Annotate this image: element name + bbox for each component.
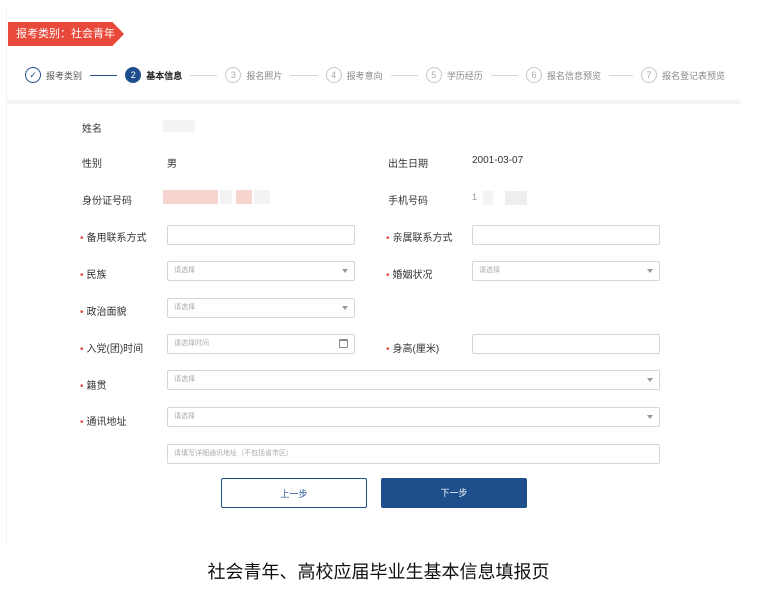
step-connector	[390, 74, 418, 76]
height-label: • 身高(厘米)	[386, 344, 440, 355]
political-placeholder: 请选择	[174, 304, 195, 311]
step-label: 基本信息	[146, 70, 183, 81]
step-label: 报名照片	[246, 70, 283, 81]
step-connector	[609, 74, 634, 76]
step-photo[interactable]: 3 报名照片	[225, 67, 282, 83]
id-value-redacted	[254, 190, 270, 204]
previous-step-button[interactable]: 上一步	[221, 478, 367, 508]
step-preview[interactable]: 6 报名信息预览	[526, 67, 601, 83]
progress-steps: ✓ 报考类别 2 基本信息 3 报名照片 4 报考意向 5 学历经历 6 报名信…	[25, 64, 725, 86]
chevron-down-icon	[647, 378, 653, 382]
phone-label: 手机号码	[388, 196, 428, 207]
address-detail-input[interactable]: 请填写详细通讯地址（不包括省市区）	[167, 444, 660, 464]
native-place-select[interactable]: 请选择	[167, 370, 660, 390]
gender-label: 性别	[82, 159, 102, 170]
chevron-down-icon	[342, 269, 348, 273]
step-label: 报名信息预览	[547, 70, 602, 81]
step-number: 7	[641, 67, 658, 83]
relative-contact-label: • 亲属联系方式	[386, 233, 453, 244]
phone-value-redacted	[483, 191, 493, 205]
figure-caption: 社会青年、高校应届毕业生基本信息填报页	[207, 562, 550, 583]
id-value-redacted	[163, 190, 218, 204]
relative-contact-input[interactable]	[472, 225, 660, 245]
party-date-placeholder: 请选择时间	[174, 340, 209, 347]
backup-contact-input[interactable]	[167, 225, 355, 245]
ethnicity-label: • 民族	[80, 270, 107, 281]
gender-value: 男	[167, 159, 177, 170]
address-placeholder: 请选择	[174, 413, 195, 420]
political-status-select[interactable]: 请选择	[167, 298, 355, 318]
step-connector	[190, 74, 218, 76]
party-date-picker[interactable]: 请选择时间	[167, 334, 355, 354]
step-number: 2	[125, 67, 142, 83]
step-number: 4	[325, 67, 342, 83]
section-divider	[6, 100, 740, 104]
id-value-redacted	[220, 190, 232, 204]
step-number: 6	[526, 67, 543, 83]
step-connector	[490, 74, 519, 76]
name-label: 姓名	[82, 124, 102, 135]
chevron-down-icon	[647, 415, 653, 419]
step-number: 3	[225, 67, 242, 83]
backup-contact-label: • 备用联系方式	[80, 233, 147, 244]
ethnicity-placeholder: 请选择	[174, 267, 195, 274]
birth-date-value: 2001-03-07	[472, 155, 524, 166]
political-status-label: • 政治面貌	[80, 307, 127, 318]
check-icon: ✓	[25, 67, 41, 83]
address-label: • 通讯地址	[80, 417, 127, 428]
step-category[interactable]: ✓ 报考类别	[25, 67, 82, 83]
step-education[interactable]: 5 学历经历	[425, 67, 483, 83]
exam-category-tag: 报考类别：社会青年	[8, 22, 124, 46]
id-number-label: 身份证号码	[82, 196, 132, 207]
step-label: 报考意向	[346, 70, 383, 81]
step-label: 报名登记表预览	[662, 70, 726, 81]
marital-placeholder: 请选择	[479, 267, 500, 274]
step-connector	[290, 74, 318, 76]
address-region-select[interactable]: 请选择	[167, 407, 660, 427]
step-basic-info[interactable]: 2 基本信息	[125, 67, 182, 83]
name-value-redacted	[163, 120, 195, 132]
next-step-button[interactable]: 下一步	[381, 478, 527, 508]
ethnicity-select[interactable]: 请选择	[167, 261, 355, 281]
calendar-icon	[339, 339, 348, 348]
birth-date-label: 出生日期	[388, 159, 428, 170]
native-placeholder: 请选择	[174, 376, 195, 383]
step-form-preview[interactable]: 7 报名登记表预览	[641, 67, 725, 83]
address-detail-placeholder: 请填写详细通讯地址（不包括省市区）	[174, 450, 293, 457]
marital-status-label: • 婚姻状况	[386, 270, 433, 281]
step-label: 报考类别	[46, 70, 83, 81]
height-input[interactable]	[472, 334, 660, 354]
phone-value-redacted	[505, 191, 527, 205]
phone-value: 1	[472, 192, 478, 202]
step-intention[interactable]: 4 报考意向	[325, 67, 383, 83]
native-place-label: • 籍贯	[80, 381, 107, 392]
chevron-down-icon	[647, 269, 653, 273]
step-label: 学历经历	[446, 70, 483, 81]
id-value-redacted	[236, 190, 252, 204]
step-connector	[90, 74, 118, 76]
chevron-down-icon	[342, 306, 348, 310]
party-date-label: • 入党(团)时间	[80, 344, 144, 355]
marital-status-select[interactable]: 请选择	[472, 261, 660, 281]
step-number: 5	[425, 67, 442, 83]
